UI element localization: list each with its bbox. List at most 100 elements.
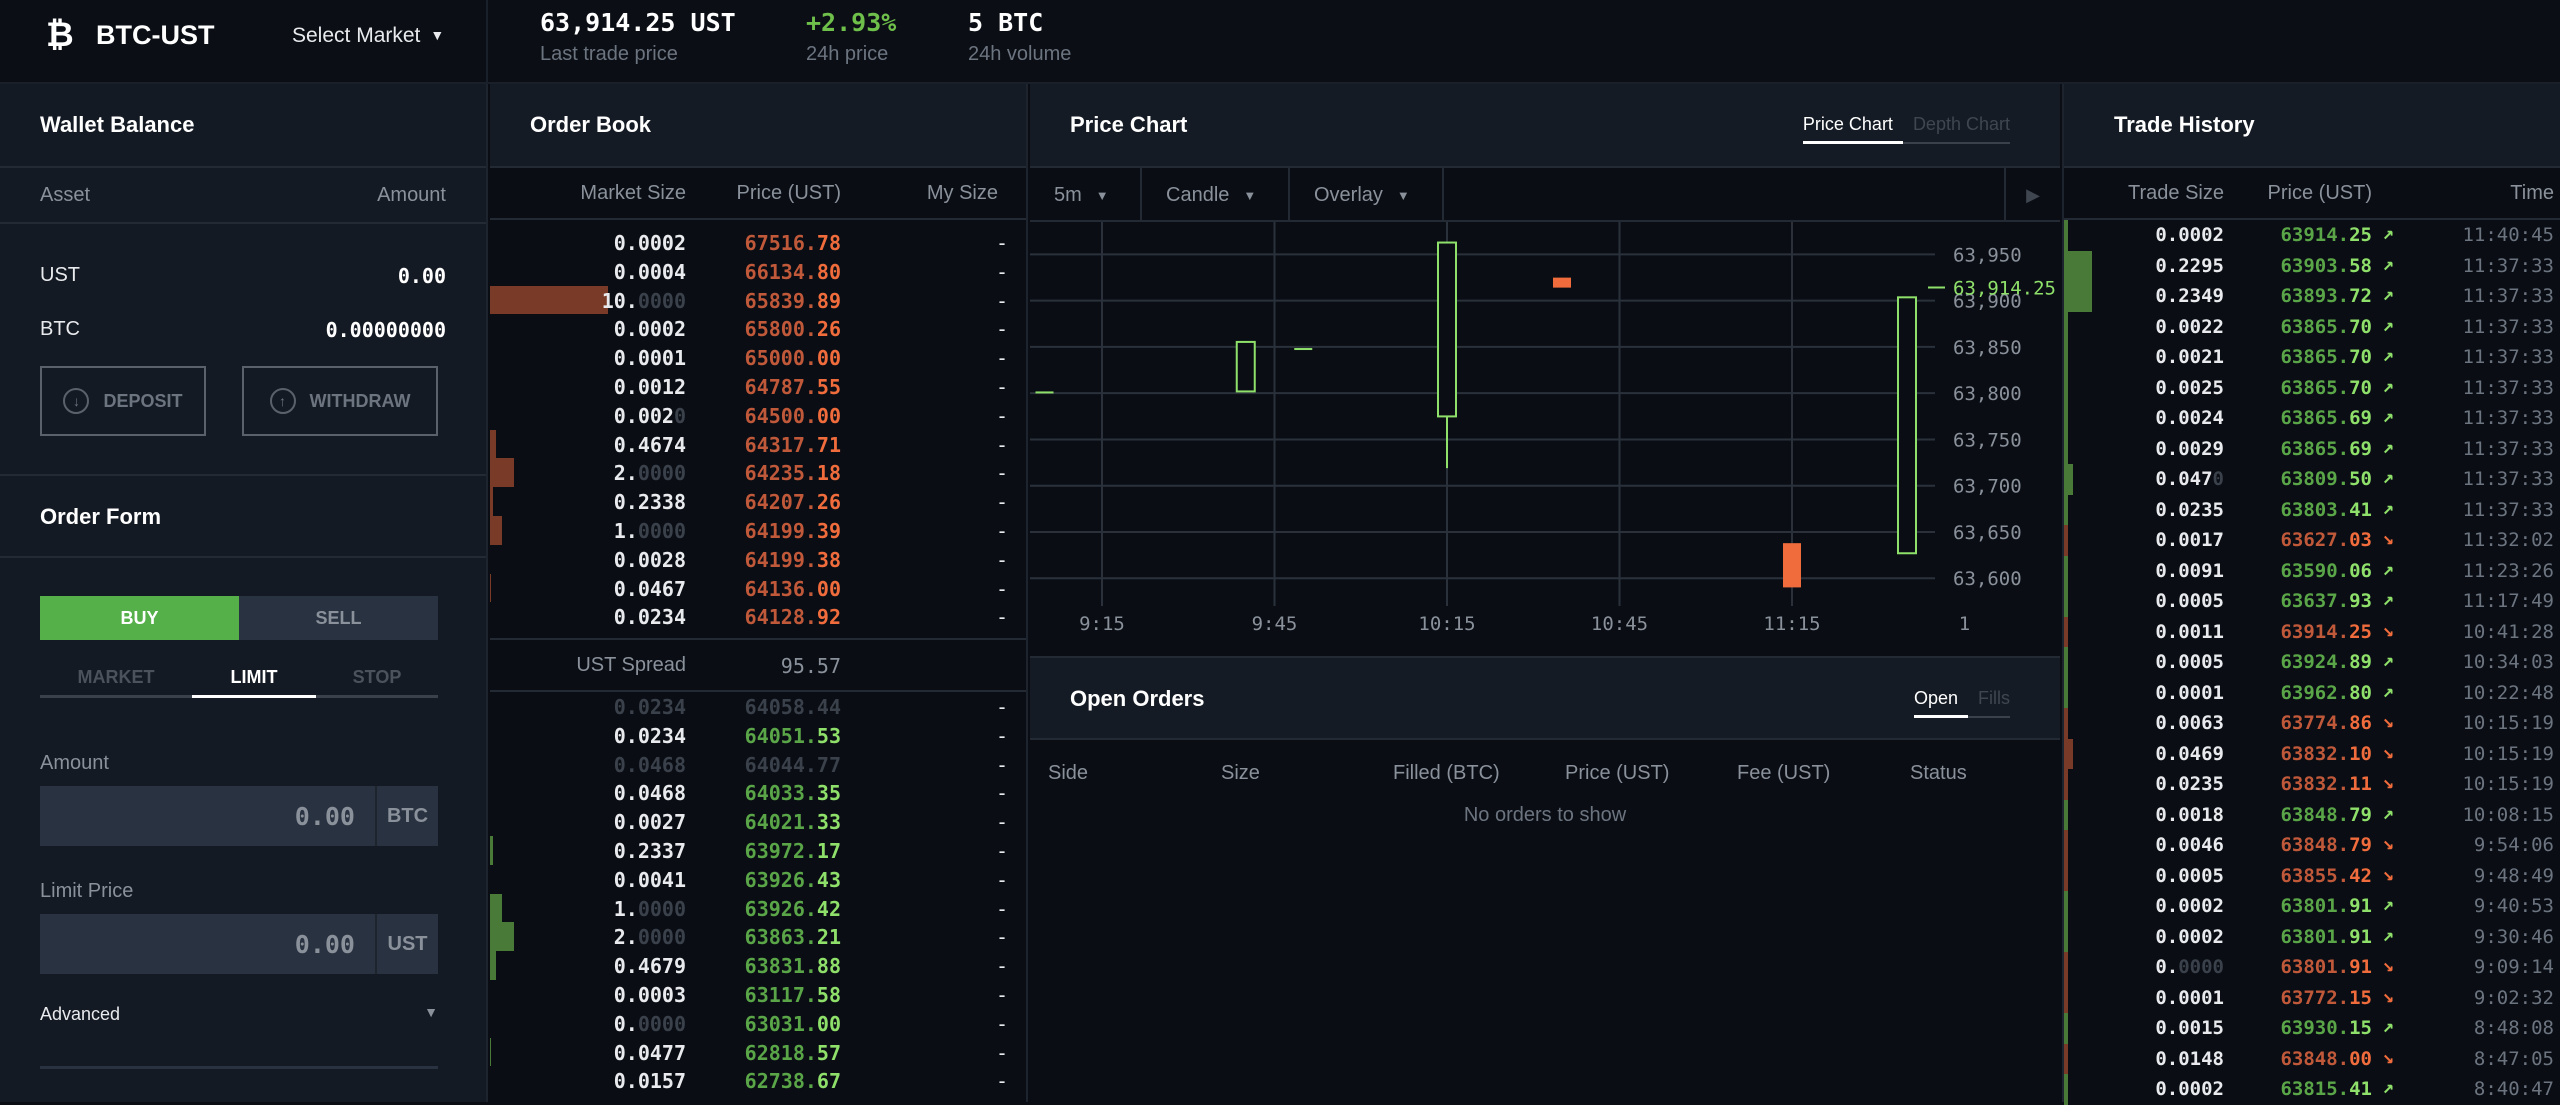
wallet-title: Wallet Balance bbox=[40, 112, 195, 137]
size-main: 0.0002 bbox=[2155, 895, 2224, 917]
side-indicator bbox=[2064, 586, 2068, 617]
bid-row[interactable]: 0.0234 64058.44 - bbox=[490, 692, 1026, 721]
bid-row[interactable]: 1.0000 63926.42 - bbox=[490, 893, 1026, 923]
amount-input[interactable] bbox=[40, 786, 375, 846]
price-frac: 33 bbox=[816, 810, 841, 835]
ask-row[interactable]: 0.0002 67516.78 - bbox=[490, 228, 1026, 257]
trade-time: 8:40:47 bbox=[2473, 1078, 2554, 1100]
price-int: 63848. bbox=[2280, 803, 2350, 826]
trade-history-columns: Trade Size Price (UST) Time bbox=[2064, 168, 2560, 220]
bid-row[interactable]: 0.0477 62818.57 - bbox=[490, 1037, 1026, 1067]
withdraw-button[interactable]: ↑ WITHDRAW bbox=[242, 366, 438, 436]
price-frac: 41 bbox=[2349, 498, 2372, 521]
tab-stop[interactable]: STOP bbox=[316, 660, 438, 695]
ask-row[interactable]: 0.0020 64500.00 - bbox=[490, 401, 1026, 430]
arrow-up-right-icon: ↗ bbox=[2382, 283, 2394, 305]
side-indicator bbox=[2064, 220, 2068, 251]
interval-dropdown[interactable]: 5m ▼ bbox=[1030, 168, 1142, 222]
tab-limit[interactable]: LIMIT bbox=[192, 660, 316, 698]
tab-open[interactable]: Open bbox=[1913, 688, 1968, 718]
size-main: 1. bbox=[613, 896, 638, 921]
order-price: 64058.44 bbox=[745, 695, 841, 719]
chevron-down-icon: ▼ bbox=[430, 27, 445, 43]
bid-row[interactable]: 0.0468 64044.77 - bbox=[490, 750, 1026, 779]
trade-time: 11:37:33 bbox=[2462, 376, 2554, 399]
trade-price: 63848.79 bbox=[2280, 804, 2372, 826]
bid-row[interactable]: 0.4679 63831.88 - bbox=[490, 951, 1026, 980]
tab-depth-chart[interactable]: Depth Chart bbox=[1903, 114, 2010, 142]
bid-row[interactable]: 0.2337 63972.17 - bbox=[490, 835, 1026, 865]
y-tick-label: 63,650 bbox=[1953, 522, 2022, 544]
trades-list: 0.0002 63914.25 ↗ 11:40:45 0.2295 63903.58 ↗ 11… bbox=[2064, 220, 2560, 1105]
order-price: 66134.80 bbox=[745, 260, 841, 284]
bid-row[interactable]: 0.0003 63117.58 - bbox=[490, 980, 1026, 1009]
deposit-button[interactable]: ↓ DEPOSIT bbox=[40, 366, 206, 436]
size-main: 0.0005 bbox=[2155, 590, 2224, 612]
order-book-header: Order Book bbox=[490, 84, 1026, 168]
price-frac: 91 bbox=[2349, 925, 2372, 948]
size-main: 0.0005 bbox=[2155, 651, 2224, 673]
price-int: 63865. bbox=[2280, 376, 2350, 399]
price-int: 64058. bbox=[744, 695, 817, 719]
order-price: 63117.58 bbox=[745, 983, 841, 1007]
depth-bar bbox=[490, 458, 514, 488]
trade-row: 0.0024 63865.69 ↗ 11:37:33 bbox=[2064, 403, 2560, 434]
arrow-up-right-icon: ↗ bbox=[2382, 313, 2394, 336]
ask-row[interactable]: 0.0004 66134.80 - bbox=[490, 257, 1026, 286]
ask-row[interactable]: 0.2338 64207.26 - bbox=[490, 487, 1026, 516]
buy-button[interactable]: BUY bbox=[40, 596, 239, 640]
bid-row[interactable]: 0.0041 63926.43 - bbox=[490, 865, 1026, 894]
advanced-toggle[interactable]: Advanced ▼ bbox=[40, 1004, 438, 1025]
ask-row[interactable]: 10.0000 65839.89 - bbox=[490, 285, 1026, 315]
side-indicator bbox=[2064, 860, 2068, 891]
price-int: 63627. bbox=[2280, 529, 2350, 551]
ask-row[interactable]: 1.0000 64199.39 - bbox=[490, 515, 1026, 545]
market-name: BTC-UST bbox=[96, 20, 215, 50]
select-market-dropdown[interactable]: Select Market ▼ bbox=[292, 24, 444, 48]
ask-row[interactable]: 0.0002 65800.26 - bbox=[490, 314, 1026, 343]
trade-size: 0.0025 bbox=[2155, 377, 2224, 399]
side-indicator bbox=[2064, 891, 2068, 922]
ask-row[interactable]: 0.0467 64136.00 - bbox=[490, 573, 1026, 603]
price-int: 63848. bbox=[2280, 1047, 2350, 1070]
trade-time: 10:08:15 bbox=[2462, 803, 2554, 826]
tab-fills[interactable]: Fills bbox=[1968, 688, 2010, 716]
trade-size: 0.0018 bbox=[2155, 804, 2224, 826]
ask-row[interactable]: 0.4674 64317.71 - bbox=[490, 429, 1026, 459]
bid-row[interactable]: 2.0000 63863.21 - bbox=[490, 922, 1026, 952]
trade-time: 11:17:49 bbox=[2462, 590, 2554, 612]
trade-price: 63865.70 bbox=[2280, 377, 2372, 399]
tab-price-chart[interactable]: Price Chart bbox=[1802, 114, 1903, 144]
sell-button[interactable]: SELL bbox=[239, 596, 438, 640]
ask-row[interactable]: 0.0001 65000.00 - bbox=[490, 343, 1026, 372]
size-main: 2. bbox=[613, 461, 638, 486]
bid-row[interactable]: 0.0000 63031.00 - bbox=[490, 1009, 1026, 1038]
bid-row[interactable]: 0.0234 64051.53 - bbox=[490, 721, 1026, 750]
side-indicator bbox=[2064, 342, 2068, 373]
limit-price-unit: UST bbox=[375, 914, 438, 974]
bid-row[interactable]: 0.0468 64033.35 - bbox=[490, 778, 1026, 807]
my-size: - bbox=[995, 1040, 1008, 1065]
order-size: 0.0002 bbox=[614, 317, 686, 341]
ask-row[interactable]: 2.0000 64235.18 - bbox=[490, 458, 1026, 488]
trade-size: 0.0470 bbox=[2155, 468, 2224, 490]
col-time: Time bbox=[2510, 182, 2554, 204]
price-frac: 00 bbox=[2349, 1047, 2372, 1070]
chart-type-dropdown[interactable]: Candle ▼ bbox=[1142, 168, 1290, 222]
size-main: 0.4674 bbox=[613, 432, 686, 457]
bid-row[interactable]: 0.0027 64021.33 - bbox=[490, 807, 1026, 836]
ask-row[interactable]: 0.0028 64199.38 - bbox=[490, 545, 1026, 574]
price-frac: 58 bbox=[2349, 254, 2372, 277]
ask-row[interactable]: 0.0012 64787.55 - bbox=[490, 372, 1026, 401]
arrow-down-right-icon: ↘ bbox=[2382, 832, 2394, 854]
limit-price-input[interactable] bbox=[40, 914, 375, 974]
bid-row[interactable]: 0.0157 62738.67 - bbox=[490, 1066, 1026, 1095]
trade-size: 0.0022 bbox=[2155, 316, 2224, 338]
ask-row[interactable]: 0.0234 64128.92 - bbox=[490, 602, 1026, 631]
candlestick-chart[interactable]: 63,600 63,650 63,700 63,750 63,800 63,850 63,9… bbox=[1030, 222, 2060, 656]
order-price: 64033.35 bbox=[745, 781, 841, 805]
tab-market[interactable]: MARKET bbox=[40, 660, 192, 695]
empty-state: No orders to show bbox=[1463, 804, 1627, 826]
overlay-dropdown[interactable]: Overlay ▼ bbox=[1290, 168, 1444, 222]
play-icon[interactable]: ▶ bbox=[2004, 168, 2060, 222]
